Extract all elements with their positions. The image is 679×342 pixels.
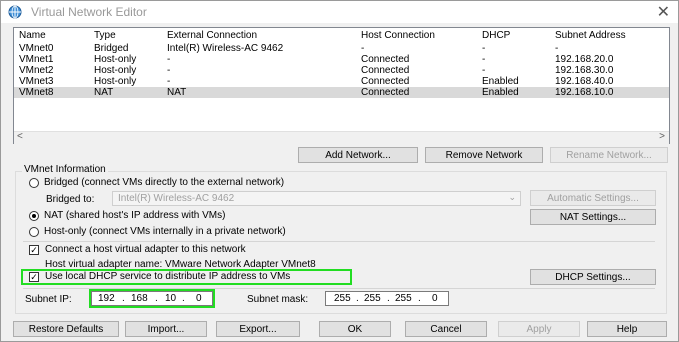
cell-name: VMnet0 [19, 43, 54, 54]
subnet-ip-input[interactable]: 192 . 168 . 10 . 0 [91, 291, 213, 306]
separator [23, 241, 655, 242]
ip-octet-1: 192 [98, 293, 115, 304]
cell-type: Host-only [94, 65, 137, 76]
column-header-host-connection[interactable]: Host Connection [361, 30, 435, 41]
column-header-name[interactable]: Name [19, 30, 46, 41]
cell-dhcp: Enabled [482, 87, 519, 98]
cell-host-connection: Connected [361, 76, 410, 87]
cell-type: Host-only [94, 54, 137, 65]
table-row[interactable]: VMnet2 Host-only - Connected - 192.168.3… [14, 65, 669, 76]
bridged-to-select[interactable]: Intel(R) Wireless-AC 9462 ⌄ [112, 191, 521, 206]
cell-subnet-address: 192.168.40.0 [555, 76, 614, 87]
mask-octet-3: 255 [395, 293, 412, 304]
close-icon[interactable]: ✕ [657, 2, 670, 22]
use-dhcp-label[interactable]: Use local DHCP service to distribute IP … [45, 271, 290, 282]
cell-external-connection: NAT [167, 87, 187, 98]
cancel-button[interactable]: Cancel [405, 321, 487, 337]
cell-external-connection: - [167, 65, 171, 76]
cell-subnet-address: - [555, 43, 559, 54]
column-header-dhcp[interactable]: DHCP [482, 30, 510, 41]
cell-name: VMnet1 [19, 54, 54, 65]
column-header-subnet-address[interactable]: Subnet Address [555, 30, 626, 41]
cell-name: VMnet8 [19, 87, 54, 98]
cell-host-connection: Connected [361, 65, 410, 76]
import-button[interactable]: Import... [125, 321, 207, 337]
title-bar: Virtual Network Editor ✕ [1, 1, 678, 23]
apply-button[interactable]: Apply [498, 321, 580, 337]
connect-adapter-label[interactable]: Connect a host virtual adapter to this n… [45, 244, 246, 255]
cell-dhcp: Enabled [482, 76, 519, 87]
ok-button[interactable]: OK [319, 321, 391, 337]
bridged-to-label: Bridged to: [46, 194, 95, 205]
virtual-network-editor-window: Virtual Network Editor ✕ Name Type Exter… [0, 0, 679, 342]
nat-radio[interactable] [29, 211, 39, 221]
cell-subnet-address: 192.168.20.0 [555, 54, 614, 65]
nat-settings-button[interactable]: NAT Settings... [530, 209, 656, 225]
subnet-ip-label: Subnet IP: [25, 294, 72, 305]
ip-octet-4: 0 [196, 293, 202, 304]
subnet-mask-label: Subnet mask: [247, 294, 309, 305]
column-header-type[interactable]: Type [94, 30, 116, 41]
bridged-to-value: Intel(R) Wireless-AC 9462 [118, 193, 235, 204]
cell-subnet-address: 192.168.30.0 [555, 65, 614, 76]
table-row[interactable]: VMnet1 Host-only - Connected - 192.168.2… [14, 54, 669, 65]
ip-octet-2: 168 [131, 293, 148, 304]
cell-name: VMnet3 [19, 76, 54, 87]
export-button[interactable]: Export... [216, 321, 300, 337]
mask-octet-2: 255 [364, 293, 381, 304]
scroll-left-icon[interactable]: < [17, 131, 23, 142]
add-network-button[interactable]: Add Network... [298, 147, 418, 163]
cell-name: VMnet2 [19, 65, 54, 76]
dhcp-settings-button[interactable]: DHCP Settings... [530, 269, 656, 285]
cell-type: NAT [94, 87, 114, 98]
use-dhcp-checkbox[interactable]: ✓ [29, 272, 39, 282]
table-row-selected[interactable]: VMnet8 NAT NAT Connected Enabled 192.168… [14, 87, 669, 98]
host-only-radio[interactable] [29, 227, 39, 237]
scroll-right-icon[interactable]: > [659, 131, 665, 142]
cell-host-connection: Connected [361, 54, 410, 65]
subnet-mask-input[interactable]: 255 . 255 . 255 . 0 [325, 291, 449, 306]
cell-dhcp: - [482, 54, 486, 65]
ip-octet-3: 10 [165, 293, 177, 304]
cell-dhcp: - [482, 65, 486, 76]
cell-type: Bridged [94, 43, 129, 54]
mask-octet-1: 255 [334, 293, 351, 304]
cell-external-connection: - [167, 54, 171, 65]
network-list[interactable]: Name Type External Connection Host Conne… [13, 27, 670, 144]
window-title: Virtual Network Editor [31, 5, 147, 19]
automatic-settings-button[interactable]: Automatic Settings... [530, 190, 656, 206]
cell-external-connection: - [167, 76, 171, 87]
rename-network-button[interactable]: Rename Network... [550, 147, 668, 163]
table-row[interactable]: VMnet0 Bridged Intel(R) Wireless-AC 9462… [14, 43, 669, 54]
nat-label[interactable]: NAT (shared host's IP address with VMs) [44, 210, 225, 221]
bridged-radio[interactable] [29, 178, 39, 188]
cell-host-connection: - [361, 43, 365, 54]
help-button[interactable]: Help [587, 321, 667, 337]
bridged-label[interactable]: Bridged (connect VMs directly to the ext… [44, 177, 284, 188]
horizontal-scrollbar[interactable]: < > [14, 131, 669, 144]
cell-external-connection: Intel(R) Wireless-AC 9462 [167, 43, 284, 54]
table-row[interactable]: VMnet3 Host-only - Connected Enabled 192… [14, 76, 669, 87]
remove-network-button[interactable]: Remove Network [425, 147, 543, 163]
column-header-external-connection[interactable]: External Connection [167, 30, 257, 41]
group-label: VMnet Information [22, 164, 108, 175]
cell-host-connection: Connected [361, 87, 410, 98]
connect-adapter-checkbox[interactable]: ✓ [29, 245, 39, 255]
chevron-down-icon: ⌄ [508, 192, 516, 202]
cell-dhcp: - [482, 43, 486, 54]
cell-type: Host-only [94, 76, 137, 87]
cell-subnet-address: 192.168.10.0 [555, 87, 614, 98]
mask-octet-4: 0 [432, 293, 438, 304]
network-globe-icon [8, 5, 22, 22]
restore-defaults-button[interactable]: Restore Defaults [13, 321, 119, 337]
host-only-label[interactable]: Host-only (connect VMs internally in a p… [44, 226, 286, 237]
